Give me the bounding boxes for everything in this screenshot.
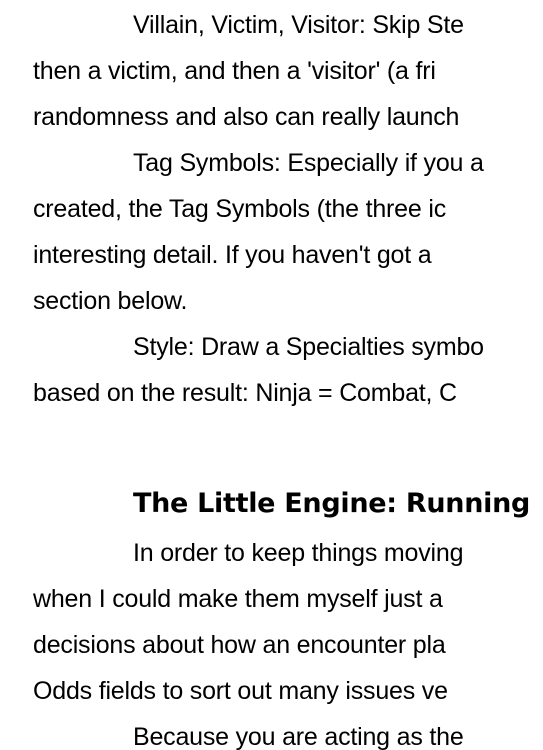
paragraph-line: Villain, Victim, Visitor: Skip Ste — [133, 11, 464, 39]
paragraph-line: randomness and also can really launch — [33, 103, 460, 131]
paragraph-line: Odds fields to sort out many issues ve — [33, 677, 448, 705]
paragraph-line: Because you are acting as the — [133, 723, 464, 750]
paragraph-line: decisions about how an encounter pla — [33, 631, 446, 659]
paragraph-line: section below. — [33, 287, 188, 315]
paragraph-line: created, the Tag Symbols (the three ic — [33, 195, 446, 223]
paragraph-line: Style: Draw a Specialties symbo — [133, 333, 484, 361]
paragraph-line: interesting detail. If you haven't got a — [33, 241, 432, 269]
paragraph-line: when I could make them myself just a — [33, 585, 443, 613]
paragraph-line: Tag Symbols: Especially if you a — [133, 149, 484, 177]
section-heading: The Little Engine: Running — [133, 488, 531, 519]
document-page: Villain, Victim, Visitor: Skip Ste then … — [0, 0, 543, 750]
paragraph-line: based on the result: Ninja = Combat, C — [33, 379, 457, 407]
paragraph-line: then a victim, and then a 'visitor' (a f… — [33, 57, 436, 85]
paragraph-line: In order to keep things moving — [133, 539, 464, 567]
